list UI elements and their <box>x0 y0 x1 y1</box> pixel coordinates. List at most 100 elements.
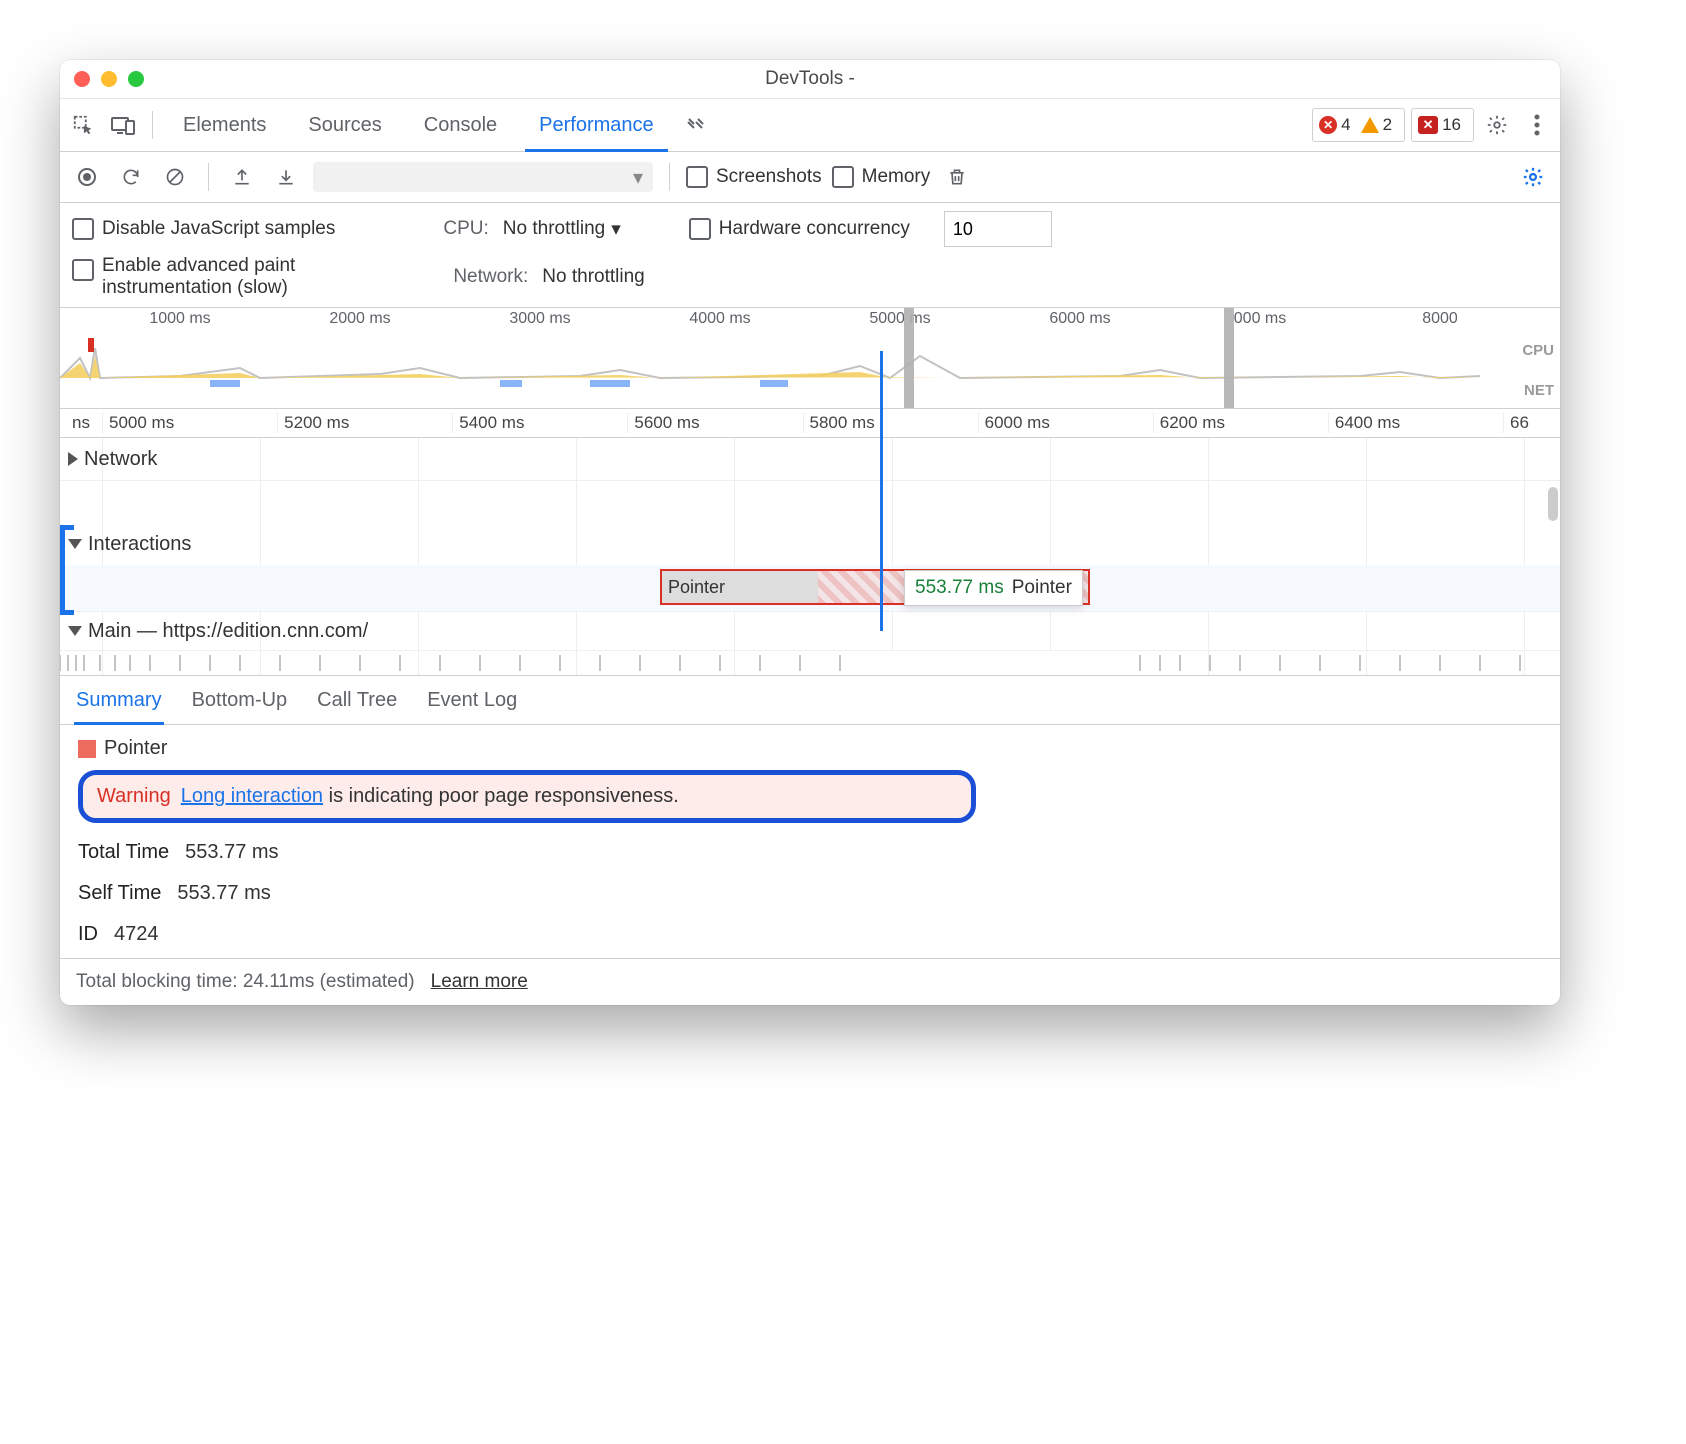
net-bars <box>60 380 1500 388</box>
tab-sources[interactable]: Sources <box>290 99 399 151</box>
titlebar: DevTools - <box>60 60 1560 99</box>
cpu-sparkline <box>60 328 1480 388</box>
capture-settings-row1: Disable JavaScript samples CPU: No throt… <box>60 203 1560 255</box>
track-main[interactable]: Main — https://edition.cnn.com/ <box>60 612 1560 651</box>
track-network[interactable]: Network <box>60 438 1560 481</box>
flame-chart[interactable]: Network Interactions Pointer Main — http… <box>60 438 1560 675</box>
upload-icon[interactable] <box>225 160 259 194</box>
track-main-label: Main — https://edition.cnn.com/ <box>88 620 368 643</box>
tab-event-log[interactable]: Event Log <box>427 676 517 724</box>
warning-word: Warning <box>97 785 171 808</box>
interactions-lane: Pointer <box>60 565 1560 612</box>
cpu-throttle-select[interactable]: No throttling ▾ <box>503 218 621 241</box>
self-time-row: Self Time553.77 ms <box>78 882 1542 905</box>
ext-icon: ✕ <box>1418 116 1438 134</box>
interaction-tooltip: 553.77 ms Pointer <box>904 570 1083 606</box>
scrollbar-thumb[interactable] <box>1548 487 1558 521</box>
hardware-concurrency-input[interactable] <box>944 211 1052 247</box>
memory-label: Memory <box>862 166 931 188</box>
record-icon[interactable] <box>70 160 104 194</box>
collapse-icon[interactable] <box>68 539 82 549</box>
details-tabbar: Summary Bottom-Up Call Tree Event Log <box>60 675 1560 725</box>
memory-checkbox[interactable]: Memory <box>832 166 931 188</box>
disable-js-label: Disable JavaScript samples <box>102 218 335 240</box>
overview-handle-left[interactable] <box>904 308 914 408</box>
chevron-down-icon: ▾ <box>633 165 643 190</box>
cpu-label: CPU: <box>443 218 488 240</box>
ext-count: 16 <box>1442 115 1461 135</box>
overview-ticks: 1000 ms 2000 ms 3000 ms 4000 ms 5000 ms … <box>60 308 1560 330</box>
total-time-row: Total Time553.77 ms <box>78 841 1542 864</box>
warning-icon <box>1361 117 1379 133</box>
color-swatch <box>78 740 96 758</box>
cpu-lane-label: CPU <box>1522 342 1554 359</box>
error-counter[interactable]: ✕ 4 2 <box>1312 108 1405 142</box>
capture-settings-icon[interactable] <box>1516 160 1550 194</box>
overview-handle-right[interactable] <box>1224 308 1234 408</box>
divider <box>208 163 209 191</box>
network-throttle-select[interactable]: No throttling <box>542 266 644 288</box>
summary-title: Pointer <box>78 737 1542 760</box>
advanced-paint-checkbox[interactable]: Enable advanced paint instrumentation (s… <box>72 255 295 299</box>
tooltip-duration: 553.77 ms <box>915 577 1004 598</box>
advanced-paint-label: Enable advanced paint instrumentation (s… <box>102 255 295 299</box>
download-icon[interactable] <box>269 160 303 194</box>
warning-count: 2 <box>1383 115 1392 135</box>
divider <box>669 163 670 191</box>
timeline-overview[interactable]: 1000 ms 2000 ms 3000 ms 4000 ms 5000 ms … <box>60 307 1560 408</box>
tbt-text: Total blocking time: 24.11ms (estimated) <box>76 971 415 993</box>
flame-ruler[interactable]: ns 5000 ms 5200 ms 5400 ms 5600 ms 5800 … <box>60 408 1560 438</box>
disable-js-checkbox[interactable]: Disable JavaScript samples <box>72 218 335 240</box>
chevron-down-icon: ▾ <box>611 218 621 241</box>
reload-icon[interactable] <box>114 160 148 194</box>
net-lane-label: NET <box>1524 382 1554 399</box>
tab-console[interactable]: Console <box>406 99 515 151</box>
more-tabs-icon[interactable] <box>678 108 712 142</box>
recording-select[interactable]: ▾ <box>313 162 653 192</box>
screenshots-checkbox[interactable]: Screenshots <box>686 166 822 188</box>
tab-bottom-up[interactable]: Bottom-Up <box>192 676 288 724</box>
track-network-label: Network <box>84 448 157 471</box>
error-count: 4 <box>1341 115 1350 135</box>
selection-bracket <box>60 525 65 615</box>
divider <box>152 111 153 139</box>
main-thread-lane <box>60 651 1560 675</box>
panel-tabbar: Elements Sources Console Performance ✕ 4… <box>60 99 1560 152</box>
ext-counter[interactable]: ✕ 16 <box>1411 108 1474 142</box>
tab-call-tree[interactable]: Call Tree <box>317 676 397 724</box>
current-time-marker[interactable] <box>880 351 883 631</box>
clear-icon[interactable] <box>158 160 192 194</box>
track-interactions-label: Interactions <box>88 533 191 556</box>
track-interactions[interactable]: Interactions <box>60 523 1560 565</box>
inspect-icon[interactable] <box>66 108 100 142</box>
long-interaction-link[interactable]: Long interaction <box>181 785 323 807</box>
device-toggle-icon[interactable] <box>106 108 140 142</box>
screenshots-label: Screenshots <box>716 166 822 188</box>
window-title: DevTools - <box>60 68 1560 90</box>
performance-toolbar: ▾ Screenshots Memory <box>60 152 1560 203</box>
cpu-throttle-value: No throttling <box>503 218 605 240</box>
network-throttle-value: No throttling <box>542 266 644 288</box>
tab-performance[interactable]: Performance <box>521 99 672 151</box>
capture-settings-row2: Enable advanced paint instrumentation (s… <box>60 255 1560 307</box>
kebab-icon[interactable] <box>1520 108 1554 142</box>
track-network-lane <box>60 481 1560 523</box>
tab-summary[interactable]: Summary <box>76 676 162 724</box>
error-icon: ✕ <box>1319 116 1337 134</box>
expand-icon[interactable] <box>68 452 78 466</box>
collapse-icon[interactable] <box>68 626 82 636</box>
gear-icon[interactable] <box>1480 108 1514 142</box>
tooltip-name: Pointer <box>1012 577 1072 598</box>
tab-elements[interactable]: Elements <box>165 99 284 151</box>
warning-text: Long interaction is indicating poor page… <box>181 785 679 808</box>
hardware-concurrency-label: Hardware concurrency <box>719 218 910 240</box>
hardware-concurrency-checkbox[interactable]: Hardware concurrency <box>689 218 910 240</box>
id-row: ID4724 <box>78 923 1542 946</box>
pointer-event-label: Pointer <box>662 571 818 603</box>
footer: Total blocking time: 24.11ms (estimated)… <box>60 958 1560 1005</box>
summary-pane: Pointer Warning Long interaction is indi… <box>60 725 1560 958</box>
warning-callout: Warning Long interaction is indicating p… <box>78 770 976 823</box>
network-label: Network: <box>453 266 528 288</box>
trash-icon[interactable] <box>940 160 974 194</box>
learn-more-link[interactable]: Learn more <box>431 971 528 993</box>
